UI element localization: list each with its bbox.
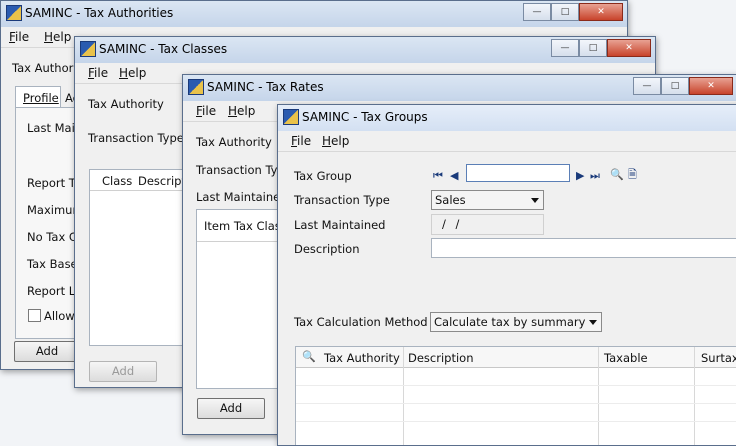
transaction-type-value: Sales (435, 193, 466, 207)
minimize-button[interactable]: — (523, 3, 551, 21)
menu-file[interactable]: File (9, 30, 29, 44)
last-maintained-field: / / (431, 214, 544, 235)
tax-groups-window: SAMINC - Tax Groups File Help Tax Group … (277, 104, 736, 446)
add-button-label: Add (35, 344, 59, 358)
finder-search-icon[interactable]: 🔍 (610, 169, 624, 181)
tax-calculation-method-value: Calculate tax by summary (434, 315, 586, 329)
title-bar[interactable]: SAMINC - Tax Rates — □ ✕ (183, 75, 736, 101)
new-document-icon[interactable]: 🗎 (628, 169, 637, 181)
transaction-type-label: Transaction Type (294, 193, 390, 207)
menu-help[interactable]: Help (119, 66, 146, 80)
rates-grid[interactable]: Item Tax Class (196, 209, 288, 389)
app-icon (188, 79, 204, 95)
add-button[interactable]: Add (197, 398, 265, 419)
menu-file[interactable]: File (88, 66, 108, 80)
first-record-icon[interactable]: ⏮ (433, 170, 443, 182)
description-input[interactable] (431, 238, 736, 258)
add-button[interactable]: Add (14, 341, 80, 362)
last-maintained-label: Last Maintained (294, 218, 386, 232)
maximize-button[interactable]: □ (579, 39, 607, 57)
tax-calculation-method-select[interactable]: Calculate tax by summary (430, 312, 602, 332)
transaction-type-label: Transaction Type (88, 131, 184, 145)
title-bar[interactable]: SAMINC - Tax Classes — □ ✕ (75, 37, 655, 63)
column-header-tax-authority[interactable]: Tax Authority (324, 351, 400, 365)
title-bar[interactable]: SAMINC - Tax Authorities — □ ✕ (1, 1, 627, 27)
menu-help[interactable]: Help (228, 104, 255, 118)
close-button[interactable]: ✕ (579, 3, 623, 21)
last-maintained-label: Last Maintained (196, 190, 288, 204)
menu-file[interactable]: File (291, 134, 311, 148)
menu-help[interactable]: Help (322, 134, 349, 148)
previous-record-icon[interactable]: ◀ (450, 170, 458, 182)
add-button-label: Add (111, 364, 135, 378)
tax-calculation-method-label: Tax Calculation Method (294, 315, 428, 329)
column-header-item-tax-class[interactable]: Item Tax Class (204, 219, 287, 233)
chevron-down-icon (531, 198, 539, 203)
column-header-taxable[interactable]: Taxable (604, 351, 648, 365)
tax-base-label: Tax Base (27, 257, 78, 271)
minimize-button[interactable]: — (633, 77, 661, 95)
description-label: Description (294, 242, 360, 256)
classes-grid[interactable]: Class Descriptio (89, 169, 196, 346)
add-button[interactable]: Add (89, 361, 157, 382)
transaction-type-select[interactable]: Sales (431, 190, 544, 210)
report-tax-label: Report Ta (27, 176, 81, 190)
tab-profile[interactable]: Profile (23, 91, 59, 105)
app-icon (80, 41, 96, 57)
column-header-class[interactable]: Class (102, 174, 132, 188)
column-header-surtax[interactable]: Surtax (701, 351, 736, 365)
add-button-label: Add (219, 401, 243, 415)
menu-help[interactable]: Help (44, 30, 71, 44)
close-button[interactable]: ✕ (689, 77, 733, 95)
tax-authorities-grid[interactable]: 🔍 Tax Authority Description Taxable Surt… (295, 346, 736, 445)
menu-file[interactable]: File (196, 104, 216, 118)
minimize-button[interactable]: — (551, 39, 579, 57)
grid-search-icon[interactable]: 🔍 (302, 351, 316, 363)
last-maintained-value: / / (442, 217, 463, 231)
maximize-button[interactable]: □ (551, 3, 579, 21)
app-icon (283, 109, 299, 125)
tax-authority-label: Tax Authority (88, 97, 164, 111)
column-header-description[interactable]: Description (408, 351, 474, 365)
window-title: SAMINC - Tax Rates (207, 80, 324, 94)
app-icon (6, 5, 22, 21)
window-title: SAMINC - Tax Authorities (25, 6, 174, 20)
menu-bar: File Help (278, 131, 736, 152)
maximize-button[interactable]: □ (661, 77, 689, 95)
allow-tax-checkbox[interactable] (28, 309, 41, 322)
tax-group-label: Tax Group (294, 169, 352, 183)
next-record-icon[interactable]: ▶ (576, 170, 584, 182)
last-record-icon[interactable]: ⏭ (590, 170, 600, 182)
title-bar[interactable]: SAMINC - Tax Groups (278, 105, 736, 131)
tax-group-input[interactable] (466, 164, 570, 182)
tax-authority-label: Tax Authority (196, 135, 272, 149)
window-title: SAMINC - Tax Groups (302, 110, 428, 124)
close-button[interactable]: ✕ (607, 39, 651, 57)
window-title: SAMINC - Tax Classes (99, 42, 228, 56)
chevron-down-icon (589, 320, 597, 325)
